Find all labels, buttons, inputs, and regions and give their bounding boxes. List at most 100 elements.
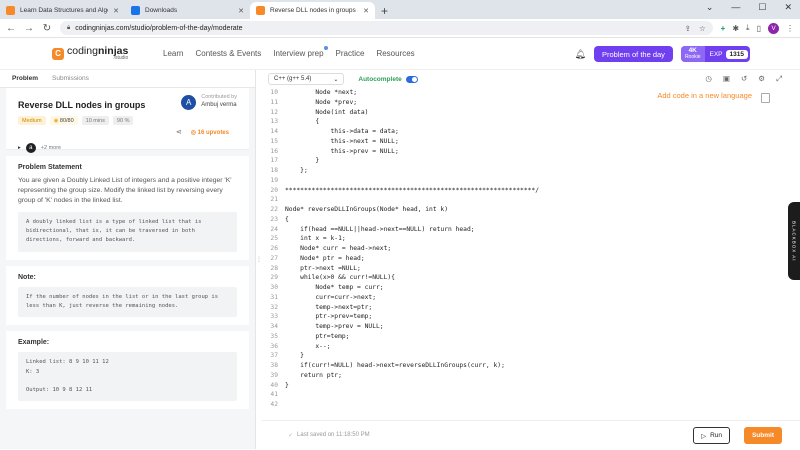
- tab-submissions[interactable]: Submissions: [52, 75, 89, 82]
- close-tab-icon[interactable]: ✕: [363, 7, 369, 15]
- code-line[interactable]: 40}: [262, 381, 800, 391]
- close-window-icon[interactable]: ✕: [784, 2, 792, 13]
- settings-gear-icon[interactable]: ⚙: [758, 74, 765, 84]
- close-tab-icon[interactable]: ✕: [238, 7, 244, 15]
- autocomplete-toggle[interactable]: Autocomplete: [358, 75, 418, 83]
- share-icon[interactable]: ⋖: [176, 128, 182, 136]
- browser-tab-reverse-dll[interactable]: Reverse DLL nodes in groups - C ✕: [250, 2, 375, 19]
- code-text: if(head ==NULL||head->next==NULL) return…: [285, 225, 475, 233]
- xp-badge[interactable]: 4K Rookie EXP 1315: [680, 46, 750, 62]
- blackbox-ai-tab[interactable]: BLACKBOX AI: [788, 202, 800, 280]
- extensions-puzzle-icon[interactable]: ✱: [732, 24, 739, 33]
- code-line[interactable]: 14 this->data = data;: [262, 127, 800, 137]
- line-number: 36: [270, 342, 278, 350]
- code-line[interactable]: 31 curr=curr->next;: [262, 293, 800, 303]
- browser-tab-downloads[interactable]: Downloads ✕: [125, 2, 250, 19]
- menu-item-practice[interactable]: Practice: [336, 49, 365, 58]
- code-line[interactable]: 23 {: [262, 215, 800, 225]
- code-line[interactable]: 20 **************************************…: [262, 186, 800, 196]
- code-line[interactable]: 16 this->prev = NULL;: [262, 147, 800, 157]
- minimize-icon[interactable]: —: [731, 2, 740, 13]
- browser-tab-learn[interactable]: Learn Data Structures and Algori ✕: [0, 2, 125, 19]
- copy-icon[interactable]: [761, 93, 770, 103]
- code-line[interactable]: 22 Node* reverseDLLInGroups(Node* head, i…: [262, 205, 800, 215]
- code-line[interactable]: 25 int x = k-1;: [262, 234, 800, 244]
- code-line[interactable]: 18 };: [262, 166, 800, 176]
- bookmark-star-icon[interactable]: ☆: [699, 24, 706, 33]
- code-line[interactable]: 29 while(x>0 && curr!=NULL){: [262, 273, 800, 283]
- line-number: 23: [270, 215, 278, 223]
- tab-problem[interactable]: Problem: [12, 75, 38, 82]
- reset-icon[interactable]: ↺: [741, 74, 747, 84]
- code-line[interactable]: 41: [262, 390, 800, 400]
- menu-item-learn[interactable]: Learn: [163, 49, 183, 58]
- workspace: Problem Submissions Reverse DLL nodes in…: [0, 70, 800, 449]
- line-number: 39: [270, 371, 278, 379]
- code-line[interactable]: 26 Node* curr = head->next;: [262, 244, 800, 254]
- back-icon[interactable]: ←: [6, 23, 16, 34]
- menu-item-interview-prep[interactable]: Interview prep: [273, 46, 328, 58]
- code-line[interactable]: 15 this->next = NULL;: [262, 137, 800, 147]
- share-icon[interactable]: ⇪: [685, 24, 691, 33]
- more-companies-link[interactable]: +2 more: [41, 145, 61, 151]
- maximize-icon[interactable]: ☐: [758, 2, 766, 13]
- run-button[interactable]: ▷ Run: [693, 427, 730, 444]
- lock-icon[interactable]: 🔒︎: [67, 25, 70, 32]
- code-editor-panel: C++ (g++ 5.4) ⌄ Autocomplete ◷ ▣ ↺ ⚙ ⤢ 10…: [262, 70, 800, 449]
- submit-button[interactable]: Submit: [743, 427, 782, 444]
- reload-icon[interactable]: ↻: [42, 23, 52, 34]
- chevron-down-icon: ⌄: [333, 76, 339, 83]
- code-line[interactable]: 19: [262, 176, 800, 186]
- codingninjas-logo[interactable]: C codingninjas /studio: [52, 46, 160, 62]
- kebab-menu-icon[interactable]: ⋮: [786, 24, 794, 33]
- add-language-hint[interactable]: Add code in a new language: [657, 91, 752, 100]
- forward-icon[interactable]: →: [24, 23, 34, 34]
- code-line[interactable]: 32 temp->next=ptr;: [262, 303, 800, 313]
- code-line[interactable]: 42: [262, 400, 800, 410]
- code-line[interactable]: 13 {: [262, 117, 800, 127]
- timer-icon[interactable]: ◷: [705, 74, 712, 84]
- language-select[interactable]: C++ (g++ 5.4) ⌄: [268, 73, 345, 85]
- code-line[interactable]: 38 if(curr!=NULL) head->next=reverseDLLI…: [262, 361, 800, 371]
- code-line[interactable]: 33 ptr->prev=temp;: [262, 312, 800, 322]
- header-actions: 🔔︎ Problem of the day 4K Rookie EXP 1315: [575, 46, 750, 62]
- profile-avatar[interactable]: V: [768, 22, 779, 34]
- code-line[interactable]: 12 Node(int data): [262, 108, 800, 118]
- code-line[interactable]: 39 return ptr;: [262, 371, 800, 381]
- fullscreen-icon[interactable]: ⤢: [776, 74, 782, 84]
- language-value: C++ (g++ 5.4): [274, 76, 312, 82]
- problem-of-the-day-button[interactable]: Problem of the day: [593, 46, 673, 62]
- editor-tools: ◷ ▣ ↺ ⚙ ⤢: [705, 74, 782, 84]
- avatar[interactable]: A: [181, 95, 197, 110]
- sidepanel-icon[interactable]: ▯: [757, 24, 761, 33]
- code-text: }: [285, 157, 320, 165]
- code-line[interactable]: 28 ptr->next =NULL;: [262, 264, 800, 274]
- code-line[interactable]: 34 temp->prev = NULL;: [262, 322, 800, 332]
- code-line[interactable]: 30 Node* temp = curr;: [262, 283, 800, 293]
- notification-bell-icon[interactable]: 🔔︎: [575, 49, 586, 60]
- chevron-down-icon[interactable]: ⌄: [706, 2, 714, 13]
- download-icon[interactable]: ⤓: [746, 23, 750, 33]
- code-line[interactable]: 21: [262, 195, 800, 205]
- code-line[interactable]: 27 Node* ptr = head;: [262, 254, 800, 264]
- line-number: 28: [270, 264, 278, 272]
- url-input[interactable]: 🔒︎ codingninjas.com/studio/problem-of-th…: [60, 21, 713, 35]
- toggle-switch[interactable]: [405, 75, 418, 83]
- code-text: ptr=temp;: [285, 332, 350, 340]
- new-tab-button[interactable]: +: [381, 2, 388, 19]
- contributor-name[interactable]: Ambuj verma: [201, 102, 236, 108]
- line-number: 16: [270, 147, 278, 155]
- close-tab-icon[interactable]: ✕: [113, 7, 119, 15]
- code-line[interactable]: 35 ptr=temp;: [262, 332, 800, 342]
- code-line[interactable]: 37 }: [262, 351, 800, 361]
- menu-item-resources[interactable]: Resources: [376, 49, 414, 58]
- code-text: }: [285, 352, 304, 360]
- code-area[interactable]: 10 Node *next; 11 Node *prev; 12 Node(int …: [262, 88, 800, 420]
- save-icon[interactable]: ▣: [723, 74, 730, 84]
- code-line[interactable]: 17 }: [262, 156, 800, 166]
- code-line[interactable]: 36 x--;: [262, 342, 800, 352]
- extension-plus-icon[interactable]: +: [721, 24, 726, 33]
- menu-item-contests[interactable]: Contests & Events: [195, 49, 261, 58]
- code-line[interactable]: 24 if(head ==NULL||head->next==NULL) ret…: [262, 225, 800, 235]
- upvote-button[interactable]: ◎ 16 upvotes: [191, 129, 229, 136]
